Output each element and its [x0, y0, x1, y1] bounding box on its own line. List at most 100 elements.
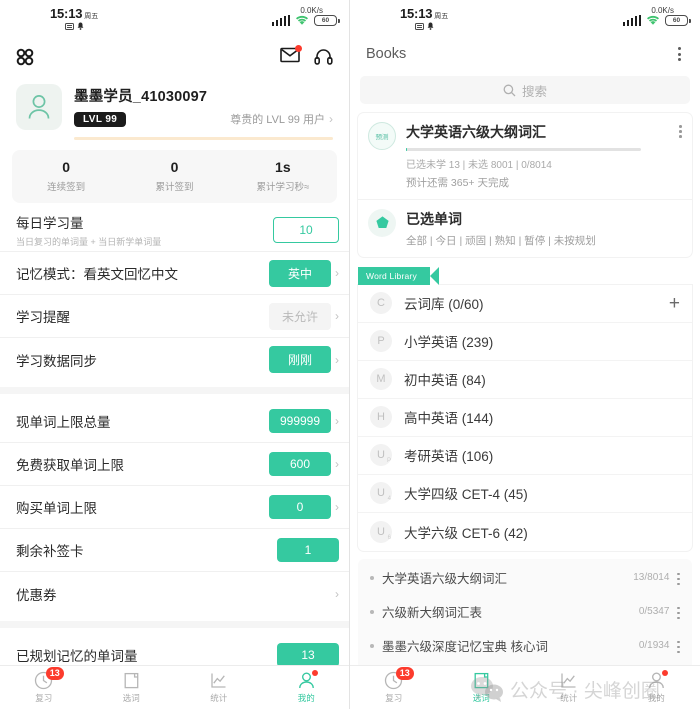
row-title: 已规划记忆的单词量	[16, 649, 138, 664]
stat-label: 连续签到	[47, 182, 86, 193]
row-value-pill[interactable]: 刚刚	[269, 346, 331, 373]
word-library-item-cet6[interactable]: U6 大学六级 CET-6 (42)	[358, 513, 692, 551]
word-library-item-postgrad[interactable]: UP 考研英语 (106)	[358, 437, 692, 475]
word-library-item-high[interactable]: H 高中英语 (144)	[358, 399, 692, 437]
search-placeholder: 搜索	[521, 84, 547, 99]
setting-row-coupons[interactable]: 优惠券 ›	[0, 572, 349, 615]
word-library-item-cloud[interactable]: C 云词库 (0/60) +	[358, 285, 692, 323]
row-value-pill[interactable]: 10	[273, 217, 339, 243]
plan-row[interactable]: 墨墨六级深度记忆宝典 核心词 0/1934	[358, 629, 692, 663]
bullet-icon	[370, 609, 374, 614]
row-value-pill[interactable]: 13	[277, 643, 339, 667]
word-library-item-middle[interactable]: M 初中英语 (84)	[358, 361, 692, 399]
row-value-pill[interactable]: 0	[269, 495, 331, 519]
headset-icon[interactable]	[314, 48, 333, 66]
book-kebab-icon[interactable]	[679, 122, 682, 190]
nav-item-stats[interactable]: 统计	[175, 671, 263, 704]
setting-row-makeup-cards[interactable]: 剩余补签卡 1	[0, 529, 349, 572]
mail-button[interactable]	[280, 44, 302, 68]
row-value-pill[interactable]: 600	[269, 452, 331, 476]
word-library-list: C 云词库 (0/60) + P 小学英语 (239) M 初中英语 (84) …	[358, 284, 692, 551]
setting-row-purchased-word-cap[interactable]: 购买单词上限 0 ›	[0, 486, 349, 529]
row-value-pill[interactable]: 999999	[269, 409, 331, 433]
setting-row-free-word-cap[interactable]: 免费获取单词上限 600 ›	[0, 443, 349, 486]
library-avatar-letter: U	[377, 525, 385, 538]
star-icon	[368, 208, 396, 237]
setting-row-data-sync[interactable]: 学习数据同步 刚刚 ›	[0, 338, 349, 381]
chevron-right-icon: ›	[335, 414, 339, 428]
chevron-right-icon: ›	[335, 500, 339, 514]
level-badge: LVL 99	[74, 111, 127, 127]
book-progress-bar	[406, 148, 642, 151]
row-value-pill[interactable]: 英中	[269, 259, 331, 287]
library-avatar: H	[370, 406, 392, 428]
right-phone-pane: 15:13 周五 0.0K/s 60 Books 搜索 预测 大学英语六级大纲词…	[350, 0, 700, 709]
chart-icon	[561, 673, 576, 688]
battery-icon: 60	[665, 15, 691, 26]
stat-item[interactable]: 0 累计签到	[120, 159, 228, 193]
avatar[interactable]	[16, 84, 62, 130]
nav-item-review[interactable]: 13 复习	[0, 667, 88, 704]
plan-kebab-icon[interactable]	[677, 570, 680, 586]
signal-icon	[271, 14, 290, 26]
nav-item-word-select[interactable]: 选词	[438, 671, 526, 704]
kebab-menu-icon[interactable]	[675, 44, 684, 64]
stats-card: 0 连续签到 0 累计签到 1s 累计学习秒≈	[12, 150, 337, 203]
vip-status-link[interactable]: 尊贵的 LVL 99 用户 ›	[230, 111, 333, 127]
stat-value: 1s	[275, 159, 291, 175]
setting-row-study-reminder[interactable]: 学习提醒 未允许 ›	[0, 295, 349, 338]
plan-kebab-icon[interactable]	[677, 604, 680, 620]
row-title: 免费获取单词上限	[16, 458, 124, 473]
book-icon	[124, 672, 139, 689]
word-library-item-primary[interactable]: P 小学英语 (239)	[358, 323, 692, 361]
left-app-header	[0, 38, 349, 76]
library-avatar: P	[370, 330, 392, 352]
library-avatar: U4	[370, 482, 392, 504]
screenshot-root: 15:13 周五 0.0K/s 60 墨墨学员_41030097 LVL 99 …	[0, 0, 700, 709]
group-divider	[0, 621, 349, 628]
row-title: 记忆模式：看英文回忆中文	[16, 267, 178, 282]
setting-row-daily-amount[interactable]: 每日学习量 当日复习的单词量 + 当日新学单词量 10	[0, 209, 349, 252]
status-right-block: 0.0K/s 60	[271, 6, 340, 26]
plus-icon[interactable]: +	[669, 294, 680, 313]
search-icon	[503, 84, 516, 96]
plan-count: 0/5347	[638, 606, 670, 617]
book-item-outline-vocab[interactable]: 预测 大学英语六级大纲词汇 已选未学 13 | 未选 8001 | 0/8014…	[358, 113, 692, 200]
nav-item-mine[interactable]: 我的	[613, 670, 700, 704]
setting-row-word-cap-total[interactable]: 现单词上限总量 999999 ›	[0, 400, 349, 443]
nav-item-word-select[interactable]: 选词	[88, 671, 176, 704]
battery-level: 60	[672, 17, 681, 24]
profile-section[interactable]: 墨墨学员_41030097 LVL 99 尊贵的 LVL 99 用户 ›	[0, 76, 349, 130]
library-name: 初中英语 (84)	[404, 373, 486, 388]
stat-item[interactable]: 1s 累计学习秒≈	[229, 159, 337, 193]
stat-item[interactable]: 0 连续签到	[12, 159, 120, 193]
word-library-item-cet4[interactable]: U4 大学四级 CET-4 (45)	[358, 475, 692, 513]
pentagon-icon	[375, 216, 389, 228]
search-input[interactable]: 搜索	[360, 76, 690, 104]
chevron-right-icon: ›	[335, 266, 339, 280]
network-speed: 0.0K/s	[300, 6, 323, 15]
chart-icon	[211, 673, 226, 688]
book-item-selected-words[interactable]: 已选单词 全部 | 今日 | 顽固 | 熟知 | 暂停 | 未按规划	[358, 200, 692, 257]
plan-row[interactable]: 六级新大纲词汇表 0/5347	[358, 595, 692, 629]
nav-item-mine[interactable]: 我的	[263, 670, 350, 704]
row-title: 现单词上限总量	[16, 415, 111, 430]
library-avatar-sub: P	[386, 458, 391, 464]
setting-row-memory-mode[interactable]: 记忆模式：看英文回忆中文 英中 ›	[0, 252, 349, 295]
library-name: 高中英语 (144)	[404, 411, 494, 426]
settings-group-1: 每日学习量 当日复习的单词量 + 当日新学单词量 10 记忆模式：看英文回忆中文…	[0, 209, 349, 381]
nav-item-review[interactable]: 13 复习	[350, 667, 438, 704]
grid-icon[interactable]	[16, 48, 34, 66]
plan-kebab-icon[interactable]	[677, 638, 680, 654]
row-value-pill[interactable]: 1	[277, 538, 339, 562]
nav-item-stats[interactable]: 统计	[525, 671, 613, 704]
status-time: 15:13	[400, 6, 433, 21]
row-value-pill[interactable]: 未允许	[269, 302, 331, 330]
plan-row[interactable]: 大学英语六级大纲词汇 13/8014	[358, 561, 692, 595]
library-avatar: UP	[370, 444, 392, 466]
plan-name: 六级新大纲词汇表	[382, 606, 483, 620]
nav-label: 复习	[35, 693, 53, 703]
page-title: Books	[366, 46, 407, 62]
chevron-right-icon: ›	[335, 309, 339, 323]
library-avatar: M	[370, 368, 392, 390]
